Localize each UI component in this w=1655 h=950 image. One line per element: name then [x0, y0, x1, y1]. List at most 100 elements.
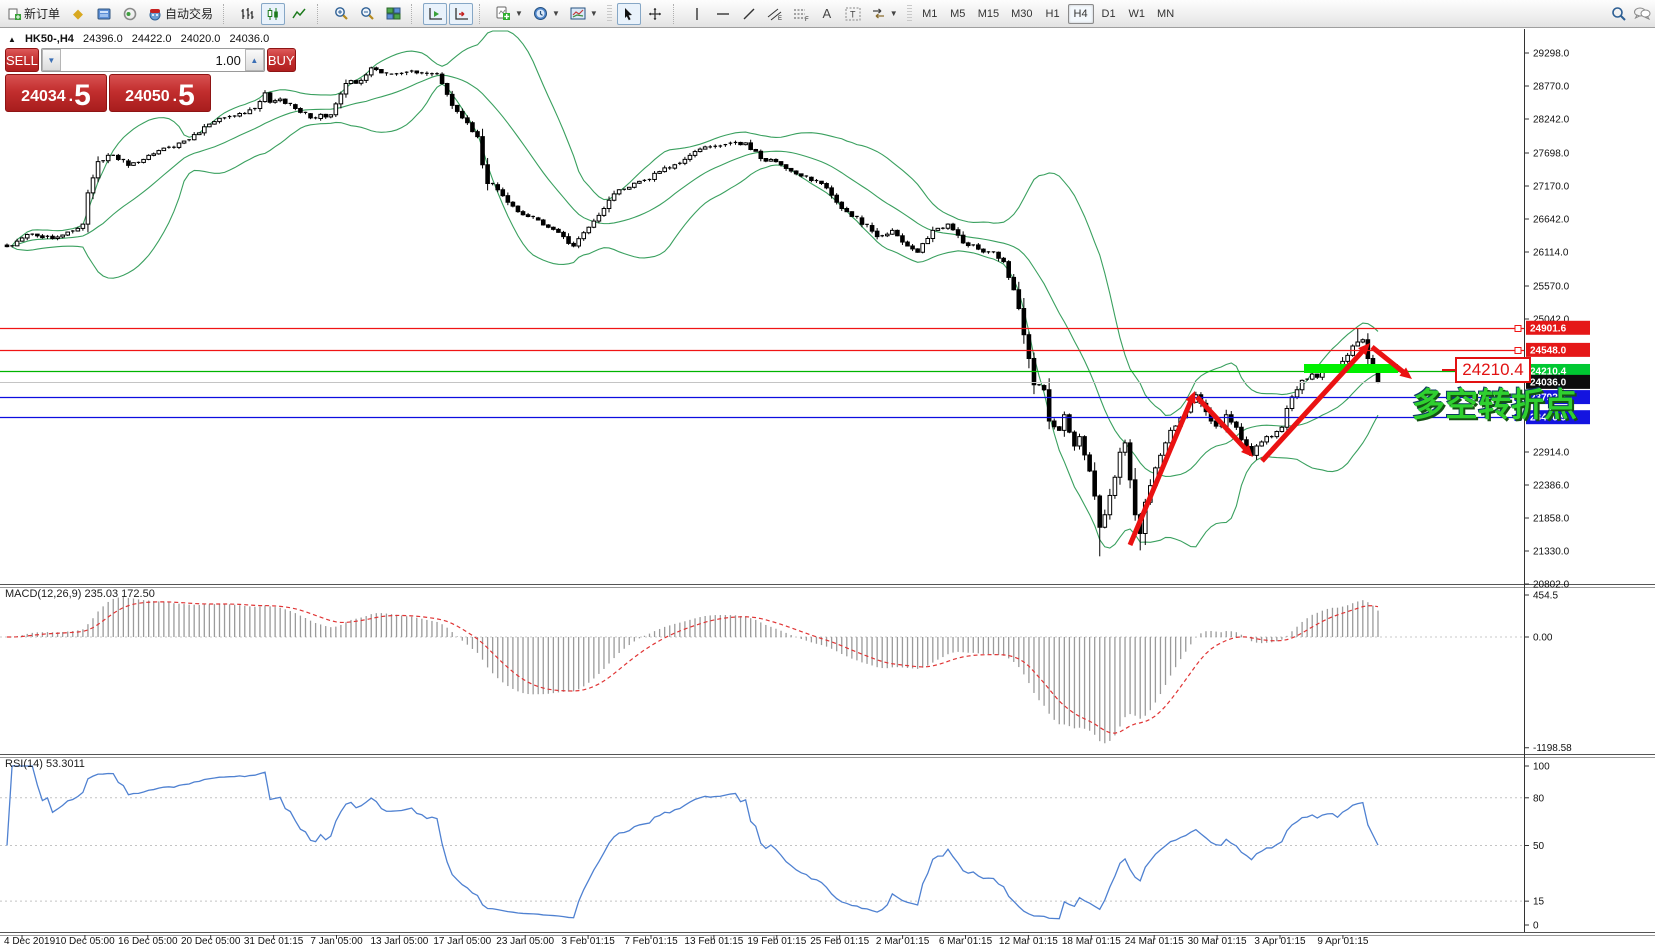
tf-m30-button[interactable]: M30: [1006, 4, 1037, 24]
svg-text:6 Mar 01:15: 6 Mar 01:15: [939, 936, 993, 947]
objects-tool-button[interactable]: ▼: [867, 3, 902, 25]
svg-text:F: F: [805, 17, 809, 21]
cursor-tool-button[interactable]: [617, 3, 641, 25]
gold-nugget-button[interactable]: ◆: [66, 3, 90, 25]
bars-chart-icon: [240, 7, 254, 21]
svg-text:19 Feb 01:15: 19 Feb 01:15: [747, 936, 806, 947]
svg-text:24 Mar 01:15: 24 Mar 01:15: [1125, 936, 1184, 947]
svg-text:21330.0: 21330.0: [1533, 547, 1570, 558]
svg-text:29298.0: 29298.0: [1533, 49, 1570, 60]
ask-dot: .: [173, 89, 177, 105]
ask-price-button[interactable]: 24050.5: [109, 74, 211, 112]
trendline-tool-button[interactable]: [737, 3, 761, 25]
level-handle[interactable]: [1515, 326, 1521, 332]
one-click-trading-panel: SELL ▼ ▲ BUY 24034.5 24050.5: [5, 48, 211, 112]
chart-shift-button[interactable]: [449, 3, 473, 25]
dropdown-caret: ▼: [515, 9, 523, 18]
vertical-line-icon: [692, 7, 702, 21]
svg-text:24901.6: 24901.6: [1530, 323, 1567, 334]
tf-m15-button[interactable]: M15: [973, 4, 1004, 24]
candles-layer[interactable]: [5, 67, 1380, 557]
bid-price-button[interactable]: 24034.5: [5, 74, 107, 112]
symbol-collapse-icon[interactable]: ▲: [8, 35, 16, 44]
label-tool-button[interactable]: T: [841, 3, 865, 25]
level-handle[interactable]: [1515, 348, 1521, 354]
toolbar-grip[interactable]: [607, 5, 612, 23]
svg-text:50: 50: [1533, 841, 1545, 852]
tf-w1-button[interactable]: W1: [1124, 4, 1151, 24]
svg-text:27170.0: 27170.0: [1533, 182, 1570, 193]
vline-tool-button[interactable]: [685, 3, 709, 25]
zoom-out-button[interactable]: [355, 3, 379, 25]
tf-h4-button[interactable]: H4: [1068, 4, 1094, 24]
autoscroll-button[interactable]: [423, 3, 447, 25]
toolbar-separator: [411, 4, 418, 24]
trend-arrow-1[interactable]: [1130, 399, 1192, 545]
tf-mn-button[interactable]: MN: [1152, 4, 1179, 24]
svg-text:3 Apr 01:15: 3 Apr 01:15: [1254, 936, 1306, 947]
main-toolbar: 新订单 ◆ 自动交易: [0, 0, 1655, 28]
svg-text:13 Jan 05:00: 13 Jan 05:00: [370, 936, 428, 947]
macd-histogram: [7, 597, 1378, 743]
periods-button[interactable]: ▼: [529, 3, 564, 25]
search-icon[interactable]: [1611, 6, 1627, 22]
svg-text:22386.0: 22386.0: [1533, 481, 1570, 492]
svg-text:E: E: [778, 16, 782, 21]
volume-increase-button[interactable]: ▲: [245, 49, 264, 71]
volume-decrease-button[interactable]: ▼: [42, 49, 61, 71]
channel-tool-button[interactable]: E: [763, 3, 787, 25]
arrows-objects-icon: [871, 7, 886, 20]
chart-annotations[interactable]: [1130, 343, 1456, 545]
profiles-button[interactable]: [92, 3, 116, 25]
sell-button[interactable]: SELL: [5, 48, 39, 72]
radar-button[interactable]: [118, 3, 142, 25]
autotrading-button[interactable]: 自动交易: [144, 3, 217, 25]
crosshair-tool-button[interactable]: [643, 3, 667, 25]
chart-canvas[interactable]: 29298.028770.028242.027698.027170.026642…: [0, 0, 1655, 950]
tf-d1-button[interactable]: D1: [1096, 4, 1122, 24]
svg-text:13 Feb 01:15: 13 Feb 01:15: [684, 936, 743, 947]
volume-input[interactable]: [61, 49, 245, 71]
rsi-indicator-label: RSI(14) 53.3011: [5, 758, 85, 770]
autoscroll-icon: [428, 7, 443, 21]
price-callout-label[interactable]: 24210.4: [1455, 357, 1531, 383]
ask-fraction: 5: [178, 83, 195, 109]
bars-chart-button[interactable]: [235, 3, 259, 25]
text-tool-button[interactable]: A: [815, 3, 839, 25]
svg-text:7 Jan 05:00: 7 Jan 05:00: [310, 936, 363, 947]
templates-button[interactable]: ▼: [566, 3, 602, 25]
line-chart-button[interactable]: [287, 3, 311, 25]
indicators-button[interactable]: ▼: [491, 3, 527, 25]
zoom-in-button[interactable]: [329, 3, 353, 25]
svg-text:-1198.58: -1198.58: [1533, 743, 1572, 754]
turning-point-annotation[interactable]: 多空转折点: [1412, 378, 1577, 426]
new-order-label: 新订单: [24, 5, 60, 22]
ohlc-high: 24422.0: [132, 33, 172, 45]
fibonacci-tool-button[interactable]: F: [789, 3, 813, 25]
buy-button[interactable]: BUY: [267, 48, 296, 72]
trend-arrow-2[interactable]: [1197, 397, 1247, 450]
horizontal-line-icon: [716, 9, 730, 19]
bollinger-middle: [12, 75, 1378, 476]
symbol-name: HK50-,H4: [25, 33, 74, 45]
chat-icon[interactable]: [1633, 6, 1651, 21]
bid-dot: .: [69, 89, 73, 105]
tf-m1-button[interactable]: M1: [917, 4, 943, 24]
toolbar-grip[interactable]: [907, 5, 912, 23]
mt4-terminal-window: { "toolbar": { "new_order_label": "新订单",…: [0, 0, 1655, 950]
cursor-icon: [622, 7, 635, 21]
dropdown-caret: ▼: [552, 9, 560, 18]
tf-h1-button[interactable]: H1: [1040, 4, 1066, 24]
tile-windows-button[interactable]: [381, 3, 405, 25]
line-chart-icon: [292, 7, 306, 21]
new-order-button[interactable]: 新订单: [4, 3, 64, 25]
horizontal-levels[interactable]: [0, 326, 1524, 421]
tf-m5-button[interactable]: M5: [945, 4, 971, 24]
ohlc-low: 24020.0: [181, 33, 221, 45]
svg-text:31 Dec 01:15: 31 Dec 01:15: [244, 936, 304, 947]
text-icon: A: [822, 6, 831, 21]
hline-tool-button[interactable]: [711, 3, 735, 25]
svg-text:454.5: 454.5: [1533, 591, 1558, 602]
candles-chart-button[interactable]: [261, 3, 285, 25]
profiles-icon: [97, 7, 111, 20]
